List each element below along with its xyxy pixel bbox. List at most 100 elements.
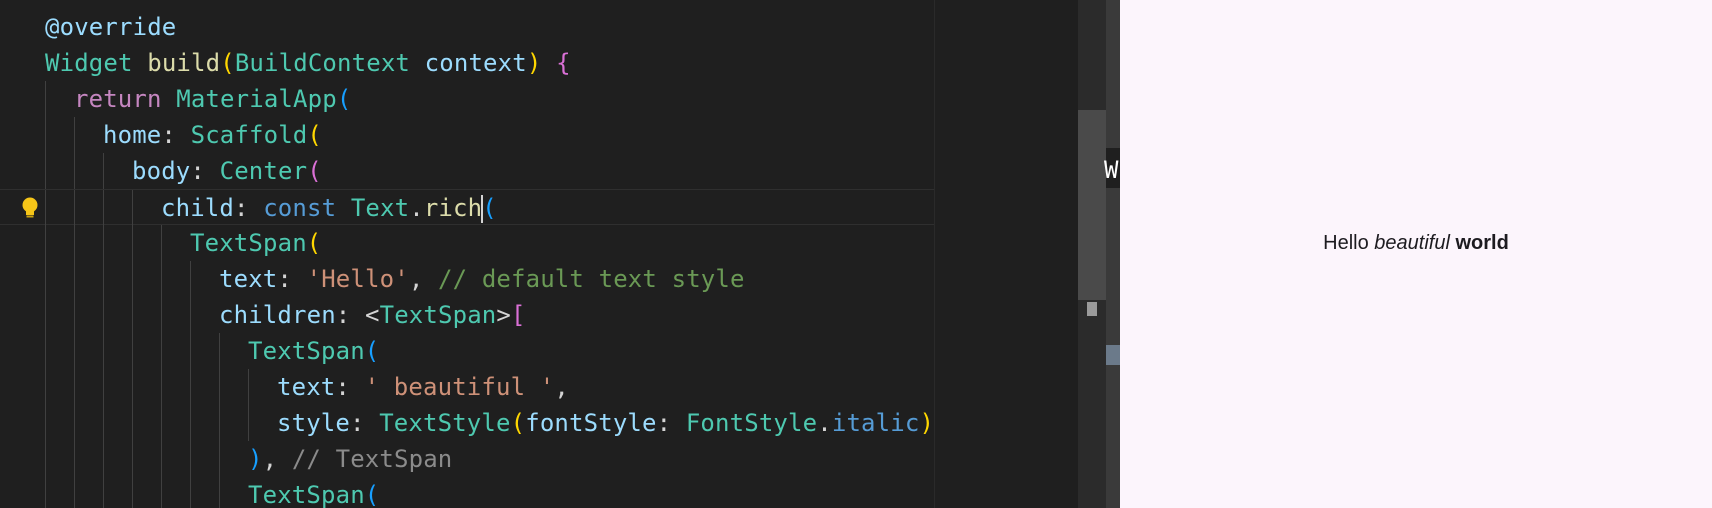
indent-guide: [74, 297, 75, 333]
indent-guide: [161, 441, 162, 477]
indent-guide: [161, 405, 162, 441]
code-text: TextSpan(: [248, 477, 379, 508]
code-token: child: [161, 194, 234, 222]
indent-guide: [45, 261, 46, 297]
indent-guide: [74, 333, 75, 369]
scrollbar-thumb[interactable]: [1078, 110, 1106, 300]
indent-guide: [190, 405, 191, 441]
code-token: italic: [831, 409, 920, 437]
code-line[interactable]: TextSpan(: [0, 333, 934, 369]
code-token: home: [103, 121, 162, 149]
code-token: :: [190, 157, 220, 185]
indent-guide: [45, 225, 46, 261]
code-token: TextSpan: [248, 337, 365, 365]
code-token: .: [409, 194, 424, 222]
code-text: child: const Text.rich(: [161, 190, 497, 226]
code-token: :: [161, 121, 191, 149]
indent-guide: [132, 369, 133, 405]
code-token: ): [919, 409, 934, 437]
code-token: // default text style: [438, 265, 745, 293]
indent-guide: [190, 261, 191, 297]
code-token: (: [510, 409, 526, 437]
indent-guide: [132, 477, 133, 508]
indent-guide: [132, 261, 133, 297]
text-span-beautiful: beautiful: [1374, 232, 1450, 254]
code-token: :: [350, 409, 380, 437]
code-token: BuildContext: [234, 49, 411, 77]
code-line[interactable]: return MaterialApp(: [0, 81, 934, 117]
indent-guide: [132, 441, 133, 477]
code-token: (: [482, 194, 497, 222]
indent-guide: [161, 477, 162, 508]
code-line[interactable]: text: 'Hello', // default text style: [0, 261, 934, 297]
side-panel-marker: [1106, 345, 1120, 365]
indent-guide: [74, 225, 75, 261]
indent-guide: [103, 369, 104, 405]
indent-guide: [161, 225, 162, 261]
code-token: ,: [262, 445, 292, 473]
code-text: TextSpan(: [248, 333, 379, 369]
indent-guide: [45, 117, 46, 153]
code-text: style: TextStyle(fontStyle: FontStyle.it…: [277, 405, 934, 441]
indent-guide: [219, 441, 220, 477]
code-token: Center: [219, 157, 308, 185]
code-text: home: Scaffold(: [103, 117, 322, 153]
indent-guide: [190, 369, 191, 405]
code-text: body: Center(: [132, 153, 322, 189]
code-token: context: [424, 49, 527, 77]
indent-guide: [248, 405, 249, 441]
code-token: fontStyle: [525, 409, 657, 437]
code-text: ), // TextSpan: [248, 441, 452, 477]
code-line[interactable]: body: Center(: [0, 153, 934, 189]
code-token: (: [336, 85, 352, 113]
code-line[interactable]: home: Scaffold(: [0, 117, 934, 153]
code-line[interactable]: style: TextStyle(fontStyle: FontStyle.it…: [0, 405, 934, 441]
indent-guide: [45, 297, 46, 333]
code-line[interactable]: text: ' beautiful ',: [0, 369, 934, 405]
code-token: // TextSpan: [291, 445, 453, 473]
code-token: (: [220, 49, 235, 77]
code-token: style: [277, 409, 350, 437]
indent-guide: [45, 405, 46, 441]
indent-guide: [219, 477, 220, 508]
indent-guide: [74, 153, 75, 189]
code-token: : <: [335, 301, 380, 329]
indent-guide: [45, 441, 46, 477]
indent-guide: [132, 225, 133, 261]
indent-guide: [45, 369, 46, 405]
code-text: text: ' beautiful ',: [277, 369, 569, 405]
indent-guide: [161, 297, 162, 333]
code-token: (: [307, 157, 322, 185]
indent-guide: [74, 261, 75, 297]
editor-minimap[interactable]: [934, 0, 1079, 508]
indent-guide: [103, 153, 104, 189]
code-line[interactable]: children: <TextSpan>[: [0, 297, 934, 333]
code-token: children: [219, 301, 336, 329]
indent-guide: [190, 441, 191, 477]
code-token: body: [132, 157, 191, 185]
lightbulb-icon[interactable]: [20, 196, 40, 220]
scrollbar-arrow[interactable]: [1087, 302, 1097, 316]
code-editor[interactable]: @override Widget build(BuildContext conte…: [0, 0, 934, 508]
code-line[interactable]: @override: [0, 9, 934, 45]
code-line[interactable]: TextSpan(: [0, 225, 934, 261]
indent-guide: [103, 297, 104, 333]
code-line-current[interactable]: child: const Text.rich(: [0, 189, 934, 226]
indent-guide: [74, 369, 75, 405]
indent-guide: [190, 333, 191, 369]
indent-guide: [132, 405, 133, 441]
indent-guide: [219, 369, 220, 405]
code-line[interactable]: ), // TextSpan: [0, 441, 934, 477]
side-panel-clipped-text: W: [1104, 156, 1119, 184]
code-token: text: [277, 373, 336, 401]
code-token: Widget: [45, 49, 133, 77]
indent-guide: [132, 333, 133, 369]
code-line[interactable]: TextSpan(: [0, 477, 934, 508]
indent-guide: [45, 190, 46, 226]
code-token: build: [147, 49, 221, 77]
indent-guide: [45, 153, 46, 189]
code-line[interactable]: Widget build(BuildContext context) {: [0, 45, 934, 81]
